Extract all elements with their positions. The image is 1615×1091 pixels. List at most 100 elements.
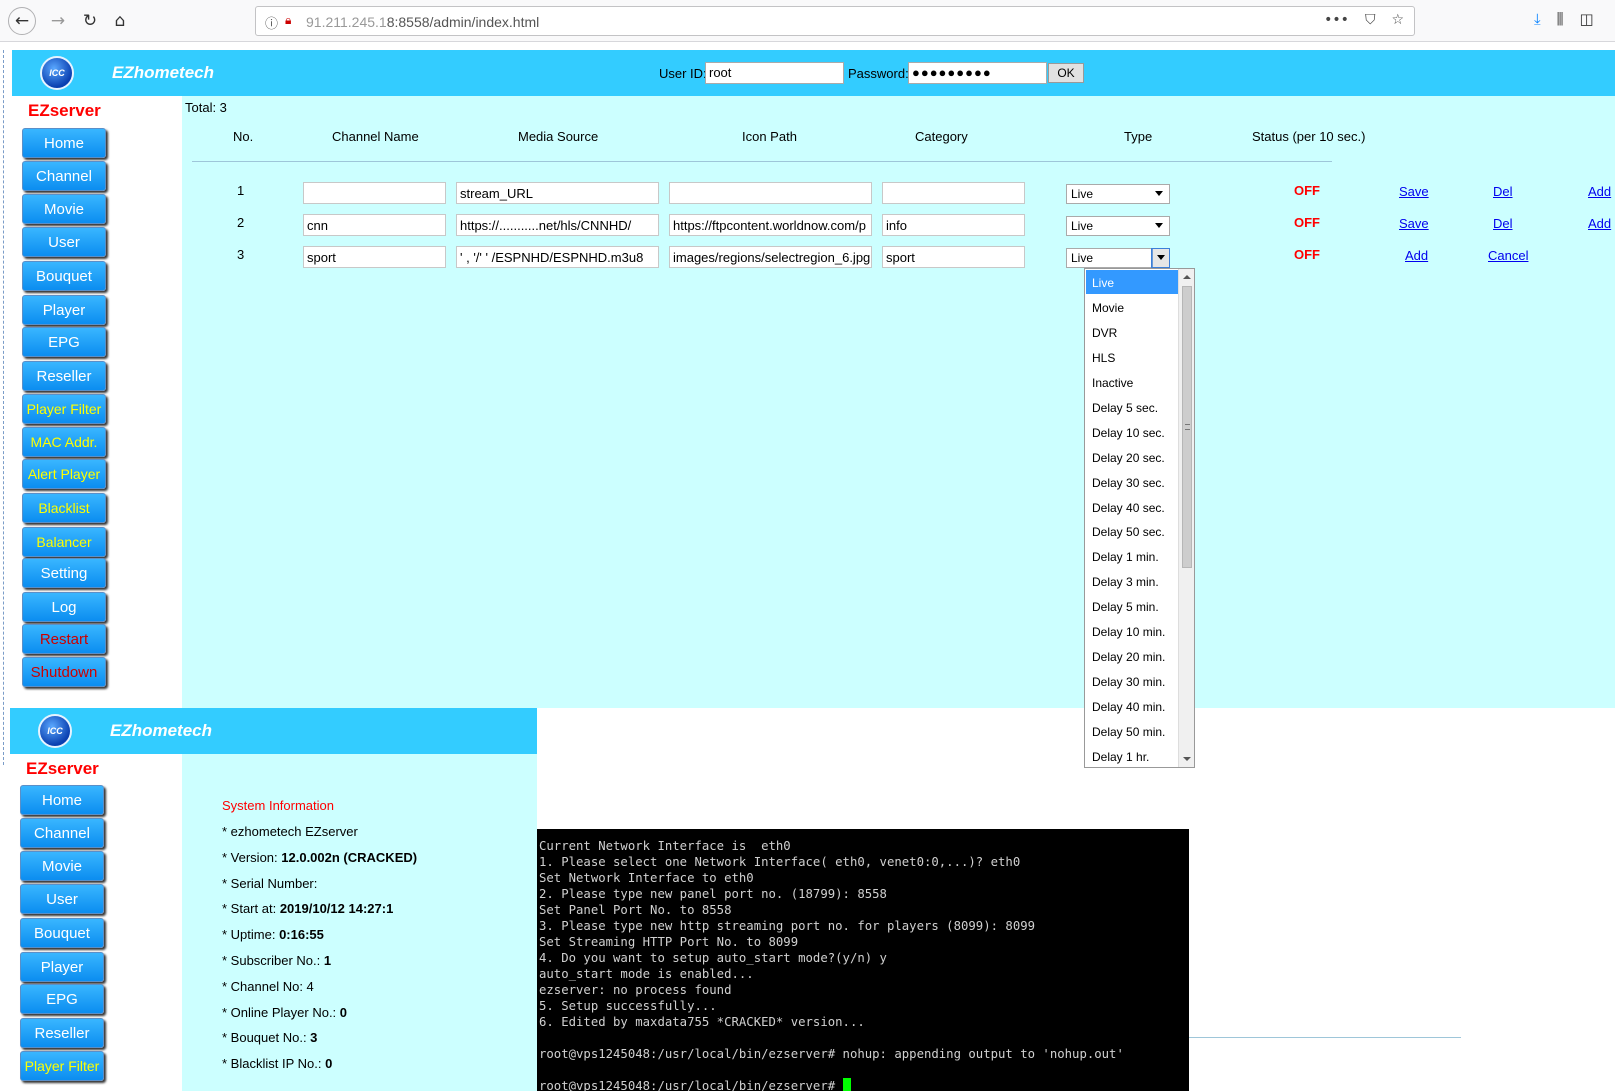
url-text[interactable]: 91.211.245.18:8558/admin/index.html	[306, 14, 539, 30]
nav-balancer[interactable]: Balancer	[22, 527, 106, 557]
nav-setting[interactable]: Setting	[22, 558, 106, 588]
nav-bouquet[interactable]: Bouquet	[20, 918, 104, 948]
row3-add-link[interactable]: Add	[1405, 248, 1428, 263]
dropdown-option[interactable]: Live	[1086, 270, 1178, 294]
dropdown-option[interactable]: Delay 20 min.	[1086, 644, 1178, 668]
nav-alert-player[interactable]: Alert Player	[22, 459, 106, 489]
user-id-input[interactable]: root	[705, 62, 844, 84]
row2-del-link[interactable]: Del	[1493, 216, 1513, 231]
insecure-lock-icon[interactable]: 🔒︎	[285, 13, 291, 28]
nav-player-filter[interactable]: Player Filter	[20, 1051, 104, 1081]
nav-user[interactable]: User	[22, 227, 106, 257]
row2-icon-path-input[interactable]: https://ftpcontent.worldnow.com/p	[669, 214, 872, 236]
row2-save-link[interactable]: Save	[1399, 216, 1429, 231]
nav-reseller[interactable]: Reseller	[20, 1018, 104, 1048]
row1-channel-name-input[interactable]	[303, 182, 446, 204]
dropdown-option[interactable]: Delay 5 min.	[1086, 594, 1178, 618]
row1-category-input[interactable]	[882, 182, 1025, 204]
dropdown-option[interactable]: Delay 5 sec.	[1086, 395, 1178, 419]
row2-add-link[interactable]: Add	[1588, 216, 1611, 231]
divider-line	[1189, 1037, 1461, 1038]
row3-category-input[interactable]: sport	[882, 246, 1025, 268]
dropdown-option[interactable]: Delay 20 sec.	[1086, 445, 1178, 469]
nav-restart[interactable]: Restart	[22, 624, 106, 654]
nav-player-filter[interactable]: Player Filter	[22, 394, 106, 424]
system-info-line: * Serial Number:	[222, 876, 317, 891]
row2-type-select[interactable]: Live	[1066, 216, 1170, 236]
dropdown-option[interactable]: Inactive	[1086, 370, 1178, 394]
pocket-icon[interactable]: ⛉	[1365, 12, 1376, 28]
nav-movie[interactable]: Movie	[22, 194, 106, 224]
info-icon[interactable]: ⓘ	[265, 13, 278, 32]
scroll-down-icon[interactable]	[1183, 757, 1191, 761]
address-bar[interactable]: ⓘ 🔒︎ 91.211.245.18:8558/admin/index.html…	[255, 6, 1415, 36]
nav-home[interactable]: Home	[20, 785, 104, 815]
forward-arrow-icon[interactable]: →	[44, 7, 72, 35]
row1-type-select[interactable]: Live	[1066, 184, 1170, 204]
row3-media-source-input[interactable]: ' , '/' ' /ESPNHD/ESPNHD.m3u8	[456, 246, 659, 268]
row2-media-source-input[interactable]: https://...........net/hls/CNNHD/	[456, 214, 659, 236]
nav-epg[interactable]: EPG	[22, 327, 106, 357]
type-dropdown-list[interactable]: Live Movie DVR HLS Inactive Delay 5 sec. Delay…	[1084, 268, 1195, 768]
nav-blacklist[interactable]: Blacklist	[22, 493, 106, 523]
reload-icon[interactable]: ↻	[76, 7, 104, 35]
nav-log[interactable]: Log	[22, 592, 106, 622]
row1-add-link[interactable]: Add	[1588, 184, 1611, 199]
dropdown-option[interactable]: Delay 30 sec.	[1086, 470, 1178, 494]
dropdown-option[interactable]: Delay 50 sec.	[1086, 519, 1178, 543]
terminal-line: auto_start mode is enabled...	[539, 967, 754, 981]
row3-channel-name-input[interactable]: sport	[303, 246, 446, 268]
row3-cancel-link[interactable]: Cancel	[1488, 248, 1528, 263]
row3-type-select[interactable]: Live	[1066, 248, 1170, 268]
nav-home[interactable]: Home	[22, 128, 106, 158]
dropdown-option[interactable]: DVR	[1086, 320, 1178, 344]
terminal-line: 3. Please type new http streaming port n…	[539, 919, 1036, 933]
password-input[interactable]: ●●●●●●●●●	[908, 62, 1047, 84]
download-icon[interactable]: ⤓	[1534, 10, 1541, 28]
dropdown-option[interactable]: HLS	[1086, 345, 1178, 369]
library-icon[interactable]: ⫼	[1557, 10, 1564, 28]
row1-save-link[interactable]: Save	[1399, 184, 1429, 199]
dropdown-option[interactable]: Delay 30 min.	[1086, 669, 1178, 693]
login-ok-button[interactable]: OK	[1048, 63, 1084, 83]
dropdown-option[interactable]: Delay 10 sec.	[1086, 420, 1178, 444]
scroll-up-icon[interactable]	[1183, 275, 1191, 279]
dropdown-option[interactable]: Movie	[1086, 295, 1178, 319]
dropdown-option[interactable]: Delay 3 min.	[1086, 569, 1178, 593]
dropdown-option[interactable]: Delay 1 hr.	[1086, 744, 1178, 768]
system-info-value: 0:16:55	[279, 927, 324, 943]
back-arrow-icon[interactable]: ←	[8, 7, 36, 35]
bookmark-star-icon[interactable]: ☆	[1391, 12, 1404, 28]
nav-shutdown[interactable]: Shutdown	[22, 657, 106, 687]
dropdown-option[interactable]: Delay 50 min.	[1086, 719, 1178, 743]
nav-user[interactable]: User	[20, 884, 104, 914]
nav-channel[interactable]: Channel	[22, 161, 106, 191]
nav-channel[interactable]: Channel	[20, 818, 104, 848]
nav-mac-addr[interactable]: MAC Addr.	[22, 427, 106, 457]
dropdown-scrollbar[interactable]	[1178, 269, 1194, 767]
nav-bouquet[interactable]: Bouquet	[22, 261, 106, 291]
app-header: ICC EZhometech User ID: root Password: ●…	[12, 50, 1615, 96]
nav-player[interactable]: Player	[22, 295, 106, 325]
header-icon-path: Icon Path	[742, 129, 797, 144]
dropdown-option[interactable]: Delay 40 min.	[1086, 694, 1178, 718]
row2-channel-name-input[interactable]: cnn	[303, 214, 446, 236]
nav-player[interactable]: Player	[20, 952, 104, 982]
home-icon[interactable]: ⌂	[106, 7, 134, 35]
page-actions-menu-icon[interactable]: •••	[1324, 12, 1349, 28]
terminal-window[interactable]: Current Network Interface is eth0 1. Ple…	[537, 829, 1189, 1091]
nav-epg[interactable]: EPG	[20, 984, 104, 1014]
dropdown-option[interactable]: Delay 40 sec.	[1086, 495, 1178, 519]
sidebar-toggle-icon[interactable]: ◫	[1580, 10, 1594, 28]
nav-reseller[interactable]: Reseller	[22, 361, 106, 391]
scrollbar-thumb[interactable]	[1182, 286, 1192, 568]
row3-icon-path-input[interactable]: images/regions/selectregion_6.jpg	[669, 246, 872, 268]
row1-media-source-input[interactable]: stream_URL	[456, 182, 659, 204]
dropdown-option[interactable]: Delay 1 min.	[1086, 544, 1178, 568]
terminal-prompt: root@vps1245048:/usr/local/bin/ezserver#	[539, 1079, 843, 1091]
row2-category-input[interactable]: info	[882, 214, 1025, 236]
row1-del-link[interactable]: Del	[1493, 184, 1513, 199]
nav-movie[interactable]: Movie	[20, 851, 104, 881]
row1-icon-path-input[interactable]	[669, 182, 872, 204]
dropdown-option[interactable]: Delay 10 min.	[1086, 619, 1178, 643]
